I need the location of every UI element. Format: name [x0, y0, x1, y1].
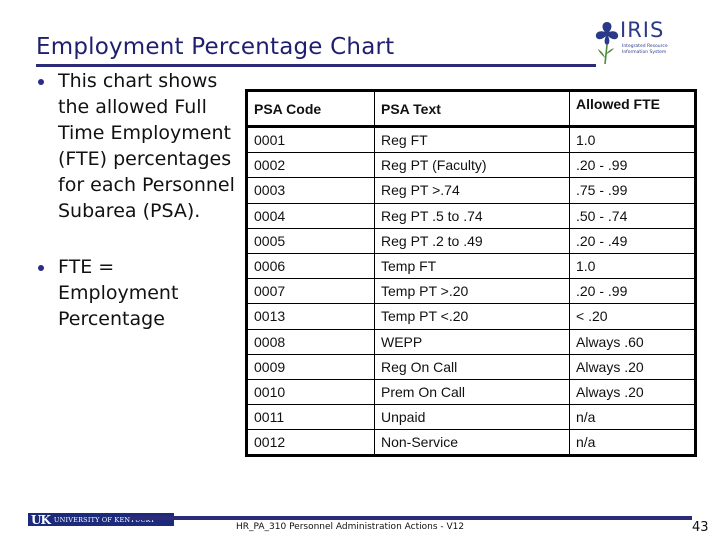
cell-psa-code: 0010 [246, 378, 375, 406]
cell-psa-code: 0008 [246, 328, 375, 355]
cell-psa-code: 0009 [246, 353, 375, 380]
title-divider [36, 64, 596, 67]
table-row: 0011 Unpaid n/a [246, 404, 696, 431]
cell-psa-text: Reg PT >.74 [374, 177, 570, 204]
cell-psa-code: 0006 [246, 252, 375, 280]
cell-allowed-fte: < .20 [569, 303, 696, 330]
cell-allowed-fte: .20 - .49 [569, 227, 696, 254]
iris-logo: IRIS Integrated Resource Information Sys… [592, 18, 702, 68]
bullet-text: FTE = Employment Percentage [58, 256, 179, 330]
cell-psa-text: Non-Service [374, 429, 570, 457]
bullet-dot-icon [38, 79, 44, 85]
slide-title: Employment Percentage Chart [36, 34, 395, 60]
cell-allowed-fte: .20 - .99 [569, 152, 696, 179]
table-row: 0006 Temp FT 1.0 [246, 252, 696, 280]
cell-psa-code: 0002 [246, 152, 375, 179]
bullet-item: This chart shows the allowed Full Time E… [36, 68, 236, 224]
table-row: 0010 Prem On Call Always .20 [246, 378, 696, 406]
logo-subtitle: Integrated Resource Information System [622, 44, 668, 55]
table-row: 0004 Reg PT .5 to .74.50 - .74 [246, 202, 696, 229]
cell-allowed-fte: .50 - .74 [569, 202, 696, 229]
cell-psa-text: Unpaid [374, 404, 570, 431]
table-body: 0001 Reg FT 1.0 0002 Reg PT (Faculty) .20 - .… [246, 125, 696, 457]
cell-allowed-fte: Always .60 [569, 328, 696, 355]
cell-psa-code: 0013 [246, 303, 375, 330]
cell-psa-text: Temp PT <.20 [374, 303, 570, 330]
cell-psa-code: 0007 [246, 278, 375, 305]
table-row: 0007 Temp PT >.20.20 - .99 [246, 278, 696, 305]
cell-psa-text: Reg FT [374, 125, 570, 154]
logo-wordmark: IRIS [620, 18, 665, 42]
header-psa-text: PSA Text [374, 90, 570, 128]
cell-psa-text: Reg PT (Faculty) [374, 152, 570, 179]
cell-psa-text: Reg PT .5 to .74 [374, 202, 570, 229]
table-row: 0013 Temp PT <.20 < .20 [246, 303, 696, 330]
cell-psa-text: Temp FT [374, 252, 570, 280]
cell-psa-code: 0004 [246, 202, 375, 229]
cell-psa-code: 0005 [246, 227, 375, 254]
table-row: 0005 Reg PT .2 to .49.20 - .49 [246, 227, 696, 254]
cell-psa-code: 0011 [246, 404, 375, 431]
bullet-item: FTE = Employment Percentage [36, 254, 236, 332]
cell-psa-text: Prem On Call [374, 378, 570, 406]
cell-allowed-fte: Always .20 [569, 378, 696, 406]
bullet-list: This chart shows the allowed Full Time E… [36, 68, 236, 332]
cell-allowed-fte: n/a [569, 404, 696, 431]
uk-mark: UK [31, 512, 51, 527]
cell-allowed-fte: Always .20 [569, 353, 696, 380]
cell-psa-code: 0001 [246, 125, 375, 154]
psa-fte-table: PSA Code PSA Text Allowed FTE 0001 Reg FT… [245, 89, 697, 458]
table-row: 0009 Reg On Call Always .20 [246, 353, 696, 380]
header-allowed-fte: Allowed FTE [569, 90, 696, 128]
table-row: 0012 Non-Service n/a [246, 429, 696, 457]
footer-divider [130, 516, 692, 520]
footer-course-label: HR_PA_310 Personnel Administration Actio… [236, 522, 465, 532]
bullet-dot-icon [38, 265, 44, 271]
table-row: 0001 Reg FT 1.0 [246, 125, 696, 154]
table-row: 0003 Reg PT >.74.75 - .99 [246, 177, 696, 204]
cell-psa-text: WEPP [374, 328, 570, 355]
cell-allowed-fte: 1.0 [569, 125, 696, 154]
cell-psa-text: Reg PT .2 to .49 [374, 227, 570, 254]
header-psa-code: PSA Code [246, 90, 375, 128]
table-row: 0002 Reg PT (Faculty) .20 - .99 [246, 152, 696, 179]
cell-allowed-fte: .75 - .99 [569, 177, 696, 204]
cell-allowed-fte: .20 - .99 [569, 278, 696, 305]
cell-psa-code: 0012 [246, 429, 375, 457]
cell-allowed-fte: 1.0 [569, 252, 696, 280]
cell-allowed-fte: n/a [569, 429, 696, 457]
cell-psa-text: Reg On Call [374, 353, 570, 380]
cell-psa-text: Temp PT >.20 [374, 278, 570, 305]
bullet-text: This chart shows the allowed Full Time E… [58, 70, 235, 222]
page-number: 43 [692, 520, 709, 535]
iris-flower-icon [595, 22, 619, 65]
table-row: 0008 WEPP Always .60 [246, 328, 696, 355]
table-header-row: PSA Code PSA Text Allowed FTE [246, 90, 696, 128]
cell-psa-code: 0003 [246, 177, 375, 204]
